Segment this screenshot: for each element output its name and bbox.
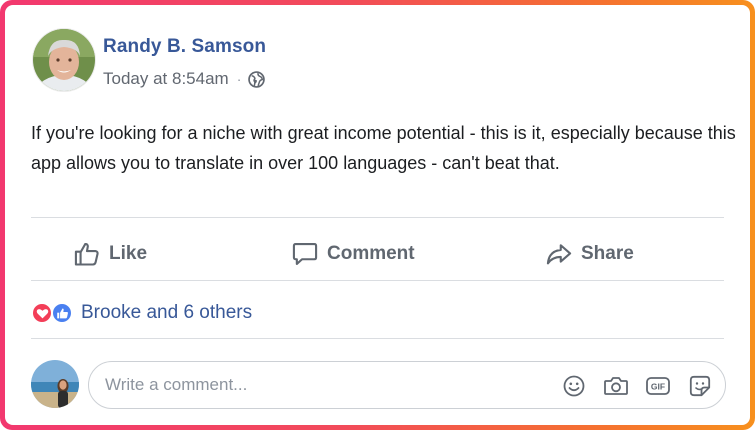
share-arrow-icon: [545, 240, 573, 268]
reactions-summary[interactable]: Brooke and 6 others: [31, 301, 252, 325]
post-timestamp[interactable]: Today at 8:54am: [103, 69, 229, 89]
author-avatar[interactable]: [33, 29, 95, 91]
share-button[interactable]: Share: [545, 238, 634, 270]
post-text: If you're looking for a niche with great…: [31, 123, 736, 173]
thumbs-up-icon: [73, 240, 101, 268]
author-name[interactable]: Randy B. Samson: [103, 36, 266, 58]
commenter-avatar: [31, 360, 79, 408]
divider: [31, 217, 724, 218]
globe-icon[interactable]: [248, 70, 266, 88]
comment-box[interactable]: GIF: [88, 361, 726, 409]
speech-bubble-icon: [291, 240, 319, 268]
like-reaction-icon: [51, 302, 73, 324]
sticker-icon[interactable]: [687, 373, 713, 399]
like-button[interactable]: Like: [73, 238, 147, 270]
emoji-icon[interactable]: [561, 373, 587, 399]
divider: [31, 280, 724, 281]
camera-icon[interactable]: [603, 373, 629, 399]
comment-button[interactable]: Comment: [291, 238, 415, 270]
post-card: Randy B. Samson Today at 8:54am · If you…: [5, 5, 750, 425]
reactions-label[interactable]: Brooke and 6 others: [81, 302, 252, 324]
comment-input[interactable]: [105, 375, 545, 395]
post-frame: Randy B. Samson Today at 8:54am · If you…: [0, 0, 755, 430]
like-label: Like: [109, 243, 148, 264]
svg-text:GIF: GIF: [651, 382, 665, 392]
love-reaction-icon: [31, 302, 53, 324]
meta-separator: ·: [236, 71, 242, 87]
comment-label: Comment: [327, 243, 415, 264]
comment-tools: GIF: [561, 373, 713, 399]
share-label: Share: [581, 243, 634, 264]
divider: [31, 338, 724, 339]
post-meta: Today at 8:54am ·: [103, 69, 266, 89]
gif-icon[interactable]: GIF: [645, 373, 671, 399]
